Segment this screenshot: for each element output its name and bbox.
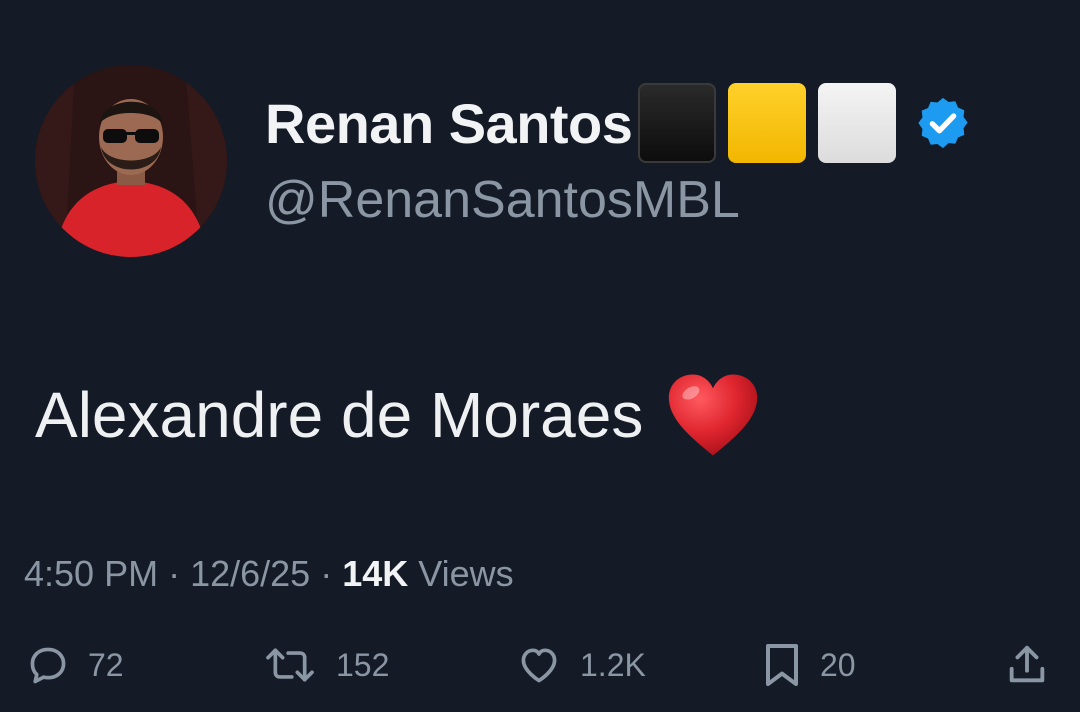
yellow-square-emoji [728,83,807,163]
like-count: 1.2K [580,646,646,683]
meta-separator: · [168,553,191,594]
repost-button[interactable]: 152 [262,630,389,700]
user-handle[interactable]: @RenanSantosMBL [265,170,740,230]
share-icon [1009,645,1045,683]
tweet-meta: 4:50 PM · 12/6/25 · 14K Views [24,553,514,595]
verified-badge-icon[interactable] [914,94,972,152]
reply-button[interactable]: 72 [26,630,124,700]
repost-count: 152 [336,646,390,683]
author-name-row: Renan Santos [265,78,972,168]
reply-count: 72 [88,646,124,683]
repost-icon [266,648,314,682]
tweet-text: Alexandre de Moraes [35,379,644,451]
red-heart-emoji [669,374,758,456]
reply-icon [30,647,66,684]
tweet-body: Alexandre de Moraes [35,372,759,458]
views-label: Views [418,553,514,594]
bookmark-count: 20 [820,646,856,683]
share-button[interactable] [1004,630,1050,700]
display-name[interactable]: Renan Santos [265,91,633,156]
black-square-emoji [638,83,717,163]
bookmark-icon [766,644,798,686]
meta-separator: · [320,553,343,594]
like-button[interactable]: 1.2K [516,630,646,700]
bookmark-button[interactable]: 20 [762,630,856,700]
tweet: Renan Santos @RenanSantosMBL Alexandre d… [0,0,1080,712]
action-bar: 72 152 1.2K 20 [0,630,1080,700]
tweet-date[interactable]: 12/6/25 [190,553,310,594]
avatar[interactable] [35,65,227,257]
tweet-time[interactable]: 4:50 PM [24,553,158,594]
white-square-emoji [818,83,897,163]
views-count: 14K [342,553,419,594]
heart-icon [521,648,557,683]
